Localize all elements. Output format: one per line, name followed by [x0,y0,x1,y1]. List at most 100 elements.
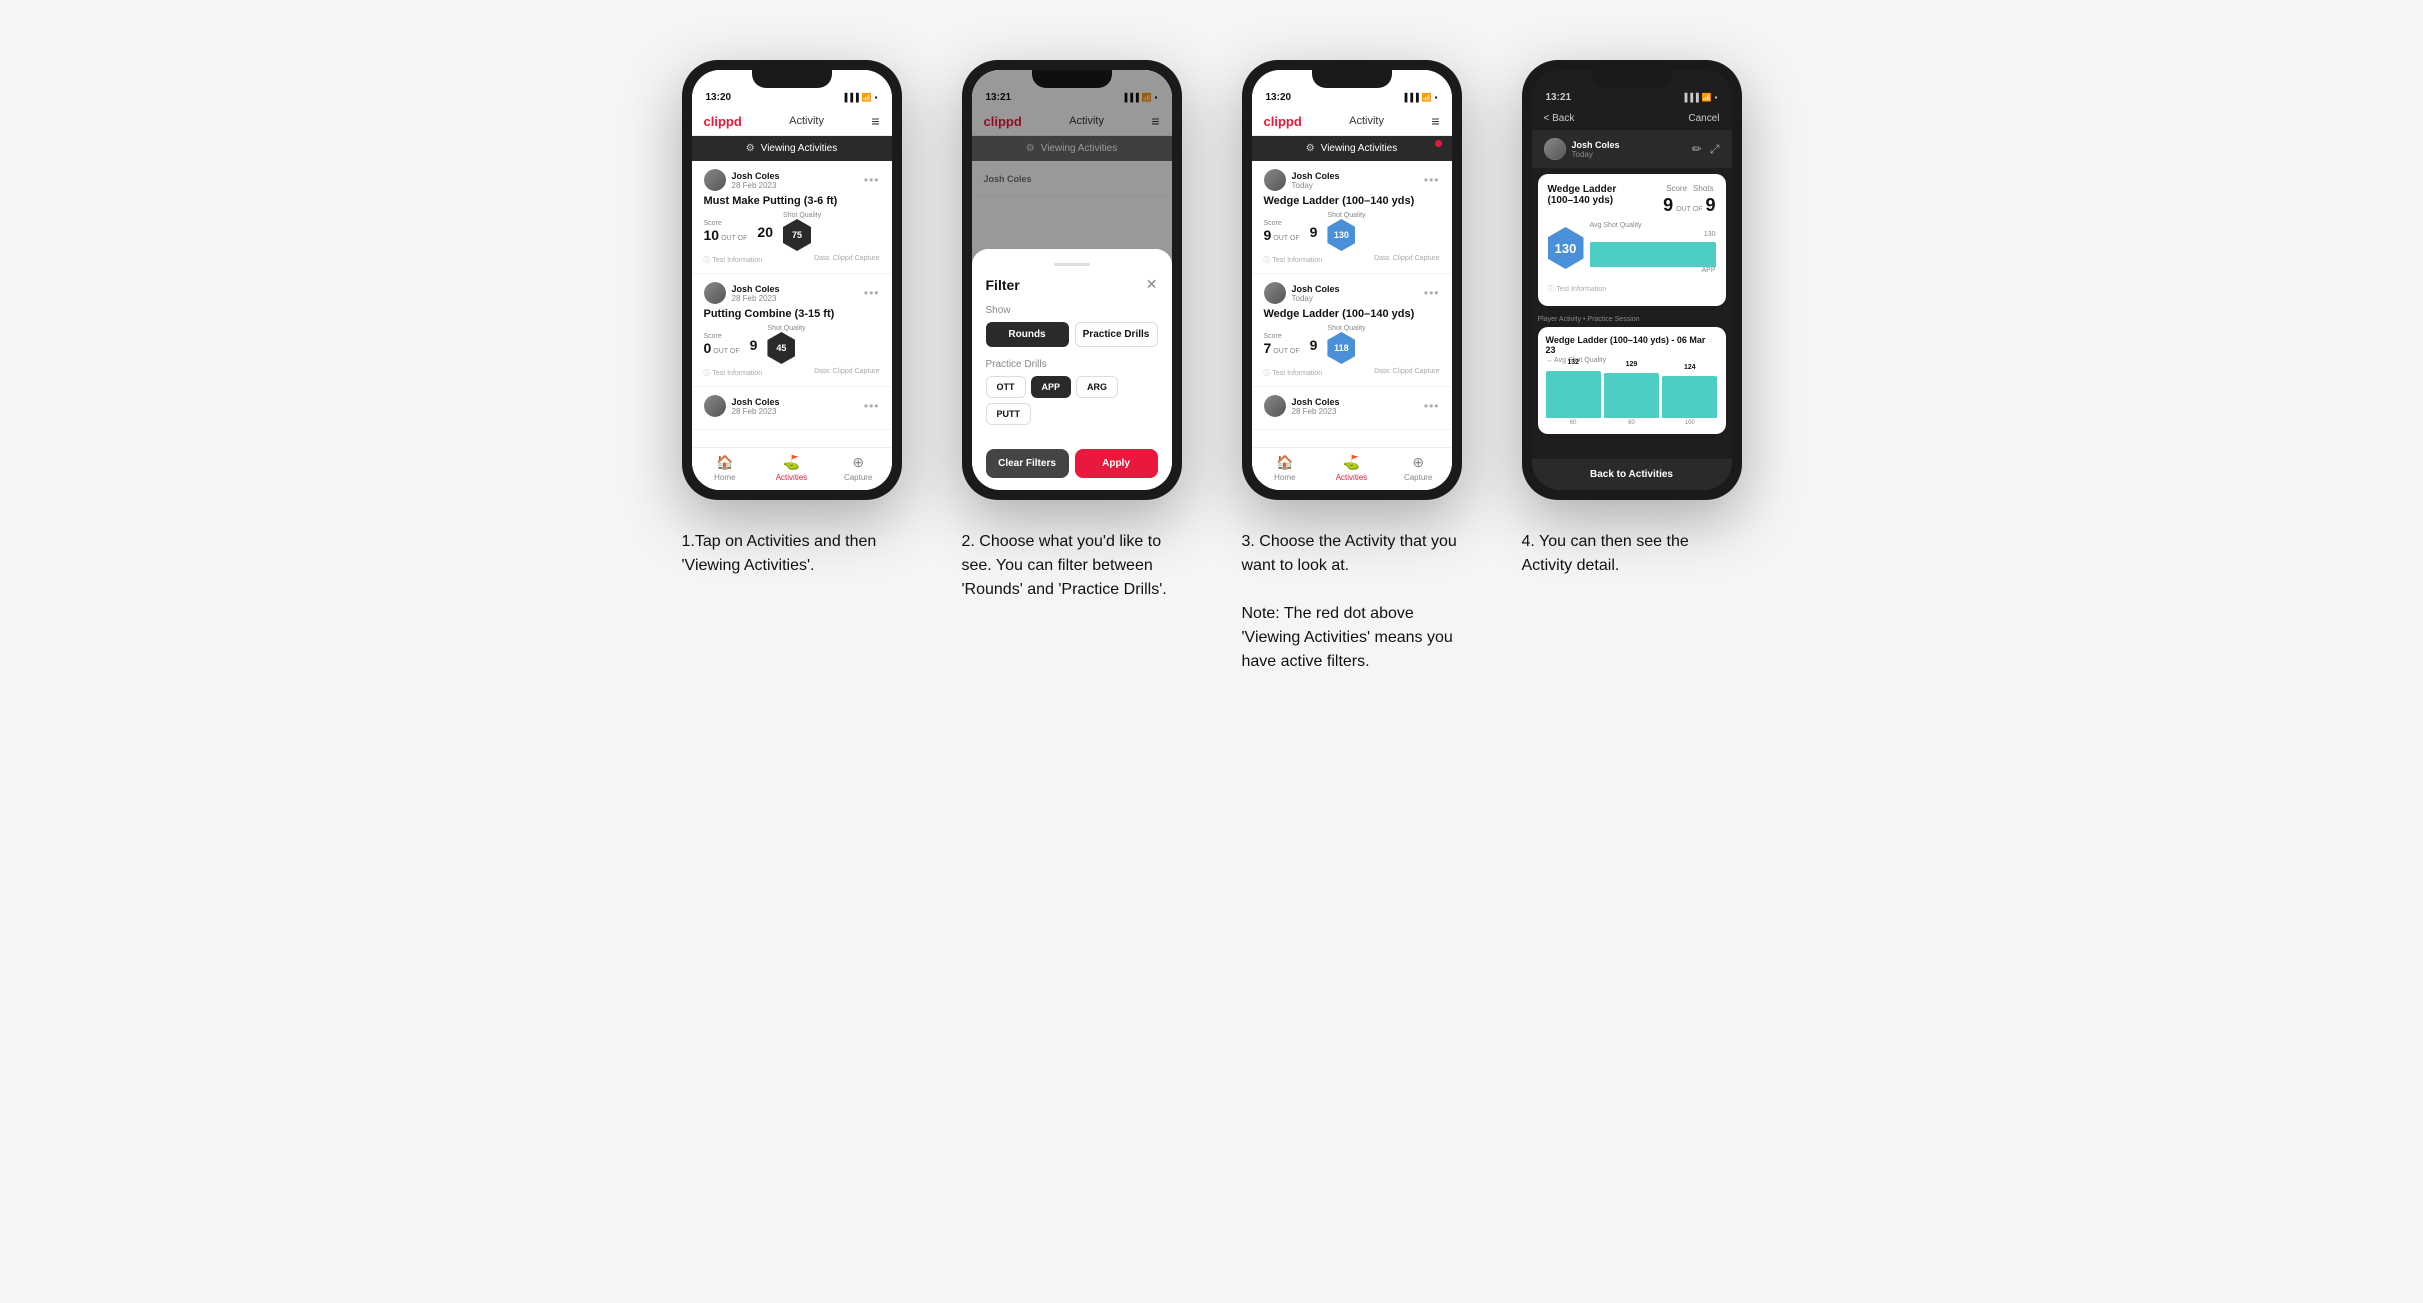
activity-card-1-2[interactable]: Josh Coles 28 Feb 2023 ••• Putting Combi… [692,274,892,387]
filter-tab-rounds-2[interactable]: Rounds [986,322,1069,347]
stat-quality-1-2: Shot Quality 45 [767,325,805,364]
detail-footer-4: ⓘ Test Information [1548,278,1716,296]
app-header-1: clippd Activity ≡ [692,107,892,136]
practice-drills-label-2: Practice Drills [986,359,1158,370]
app-title-1: Activity [789,115,824,127]
phone-1: 13:20 ▐▐▐ 📶 ▪ clippd Activity ≡ ⚙ Vie [682,60,902,500]
nav-capture-1[interactable]: ⊕ Capture [825,454,892,482]
card-footer-3-1: ⓘ Test Information Data: Clippd Capture [1264,255,1440,265]
activity-card-3-3[interactable]: Josh Coles 28 Feb 2023 ••• [1252,387,1452,430]
more-dots-1-3[interactable]: ••• [864,399,880,413]
stat-score-value-1-1: 10 OUT OF [704,227,748,243]
show-label-2: Show [986,305,1158,316]
user-name-3-2: Josh Coles [1292,284,1340,294]
card-user-1-3: Josh Coles 28 Feb 2023 [704,395,780,417]
activity-card-3-1[interactable]: Josh Coles Today ••• Wedge Ladder (100–1… [1252,161,1452,274]
card-footer-1-2: ⓘ Test Information Data: Clippd Capture [704,368,880,378]
drill-putt-2[interactable]: PUTT [986,403,1032,425]
modal-close-2[interactable]: ✕ [1146,276,1158,293]
stat-score-label-1-1: Score [704,220,748,227]
detail-card-right-4: Score Shots 9 OUT OF 9 [1663,184,1715,216]
nav-capture-3[interactable]: ⊕ Capture [1385,454,1452,482]
detail-score-value-4: 9 [1663,195,1673,216]
stat-quality-badge-1-1: 75 [783,219,811,251]
stat-score-label-1-2: Score [704,333,740,340]
chart-bar-4-1 [1590,242,1716,267]
cancel-button-4[interactable]: Cancel [1688,113,1719,124]
notch-1 [752,70,832,88]
nav-capture-label-1: Capture [844,473,872,482]
more-dots-3-1[interactable]: ••• [1424,173,1440,187]
avatar-3-1 [1264,169,1286,191]
stat-score-value-1-2: 0 OUT OF [704,340,740,356]
nav-activities-1[interactable]: ⛳ Activities [758,454,825,482]
drill-arg-2[interactable]: ARG [1076,376,1118,398]
user-info-1-2: Josh Coles 28 Feb 2023 [732,284,780,303]
stat-shots-value-1-2: 9 [750,337,758,353]
avatar-1-1 [704,169,726,191]
nav-home-1[interactable]: 🏠 Home [692,454,759,482]
back-button-4[interactable]: < Back [1544,113,1575,124]
card-footer-left-3-1: ⓘ Test Information [1264,255,1323,265]
menu-icon-1[interactable]: ≡ [871,113,879,129]
activity-card-1-1[interactable]: Josh Coles 28 Feb 2023 ••• Must Make Put… [692,161,892,274]
banner-text-1: Viewing Activities [761,143,838,154]
drill-buttons-2: OTT APP ARG PUTT [986,376,1158,425]
caption-1: 1.Tap on Activities and then 'Viewing Ac… [682,530,902,578]
back-to-activities-4[interactable]: Back to Activities [1532,459,1732,490]
user-date-4: Today [1572,150,1620,159]
apply-button-2[interactable]: Apply [1075,449,1158,478]
nav-home-3[interactable]: 🏠 Home [1252,454,1319,482]
activity-card-1-3[interactable]: Josh Coles 28 Feb 2023 ••• [692,387,892,430]
detail-score-label-4: Score [1666,184,1687,193]
viewing-banner-1[interactable]: ⚙ Viewing Activities [692,136,892,161]
more-dots-1-1[interactable]: ••• [864,173,880,187]
card-footer-right-3-1: Data: Clippd Capture [1374,255,1439,265]
nav-activities-3[interactable]: ⛳ Activities [1318,454,1385,482]
card-footer-left-1-2: ⓘ Test Information [704,368,763,378]
screen-4: 13:21 ▐▐▐ 📶 ▪ < Back Cancel [1532,70,1732,490]
card-title-1-1: Must Make Putting (3-6 ft) [704,195,880,207]
card-header-1-3: Josh Coles 28 Feb 2023 ••• [704,395,880,417]
user-name-1-2: Josh Coles [732,284,780,294]
card-stats-1-1: Score 10 OUT OF 20 Shot Quality [704,212,880,251]
more-dots-3-2[interactable]: ••• [1424,286,1440,300]
stat-shots-1-2: 9 [750,337,758,353]
clear-filters-button-2[interactable]: Clear Filters [986,449,1069,478]
activity-card-3-2[interactable]: Josh Coles Today ••• Wedge Ladder (100–1… [1252,274,1452,387]
card-header-3-3: Josh Coles 28 Feb 2023 ••• [1264,395,1440,417]
notch-4 [1592,70,1672,88]
more-dots-1-2[interactable]: ••• [864,286,880,300]
notch-3 [1312,70,1392,88]
stat-quality-badge-3-2: 118 [1327,332,1355,364]
more-dots-3-3[interactable]: ••• [1424,399,1440,413]
wifi-icon-4: 📶 [1702,93,1712,102]
avatar-1-3 [704,395,726,417]
stat-score-3-1: Score 9 OUT OF [1264,220,1300,243]
edit-icon-4[interactable]: ✏ [1692,142,1702,157]
modal-actions-2: Clear Filters Apply [986,439,1158,490]
drill-app-2[interactable]: APP [1031,376,1072,398]
card-footer-left-1-1: ⓘ Test Information [704,255,763,265]
sub-bar-3-4: 124 [1662,376,1717,419]
screen1-column: 13:20 ▐▐▐ 📶 ▪ clippd Activity ≡ ⚙ Vie [672,60,912,578]
menu-icon-3[interactable]: ≡ [1431,113,1439,129]
viewing-banner-3[interactable]: ⚙ Viewing Activities [1252,136,1452,161]
screen4-column: 13:21 ▐▐▐ 📶 ▪ < Back Cancel [1512,60,1752,578]
user-date-1-3: 28 Feb 2023 [732,407,780,416]
user-name-1-3: Josh Coles [732,397,780,407]
stat-quality-3-2: Shot Quality 118 [1327,325,1365,364]
test-info-4: ⓘ Test Information [1548,286,1607,293]
card-stats-3-1: Score 9 OUT OF 9 Shot Quality [1264,212,1440,251]
user-name-1-1: Josh Coles [732,171,780,181]
expand-icon-4[interactable]: ⤢ [1710,142,1720,157]
time-3: 13:20 [1266,92,1292,103]
drill-ott-2[interactable]: OTT [986,376,1026,398]
battery-icon-3: ▪ [1435,93,1438,102]
card-user-1-1: Josh Coles 28 Feb 2023 [704,169,780,191]
filter-tab-practice-2[interactable]: Practice Drills [1075,322,1158,347]
home-icon-1: 🏠 [716,454,733,471]
quality-chart-4: 130 [1590,231,1716,267]
modal-header-2: Filter ✕ [986,276,1158,293]
stat-quality-label-1-2: Shot Quality [767,325,805,332]
